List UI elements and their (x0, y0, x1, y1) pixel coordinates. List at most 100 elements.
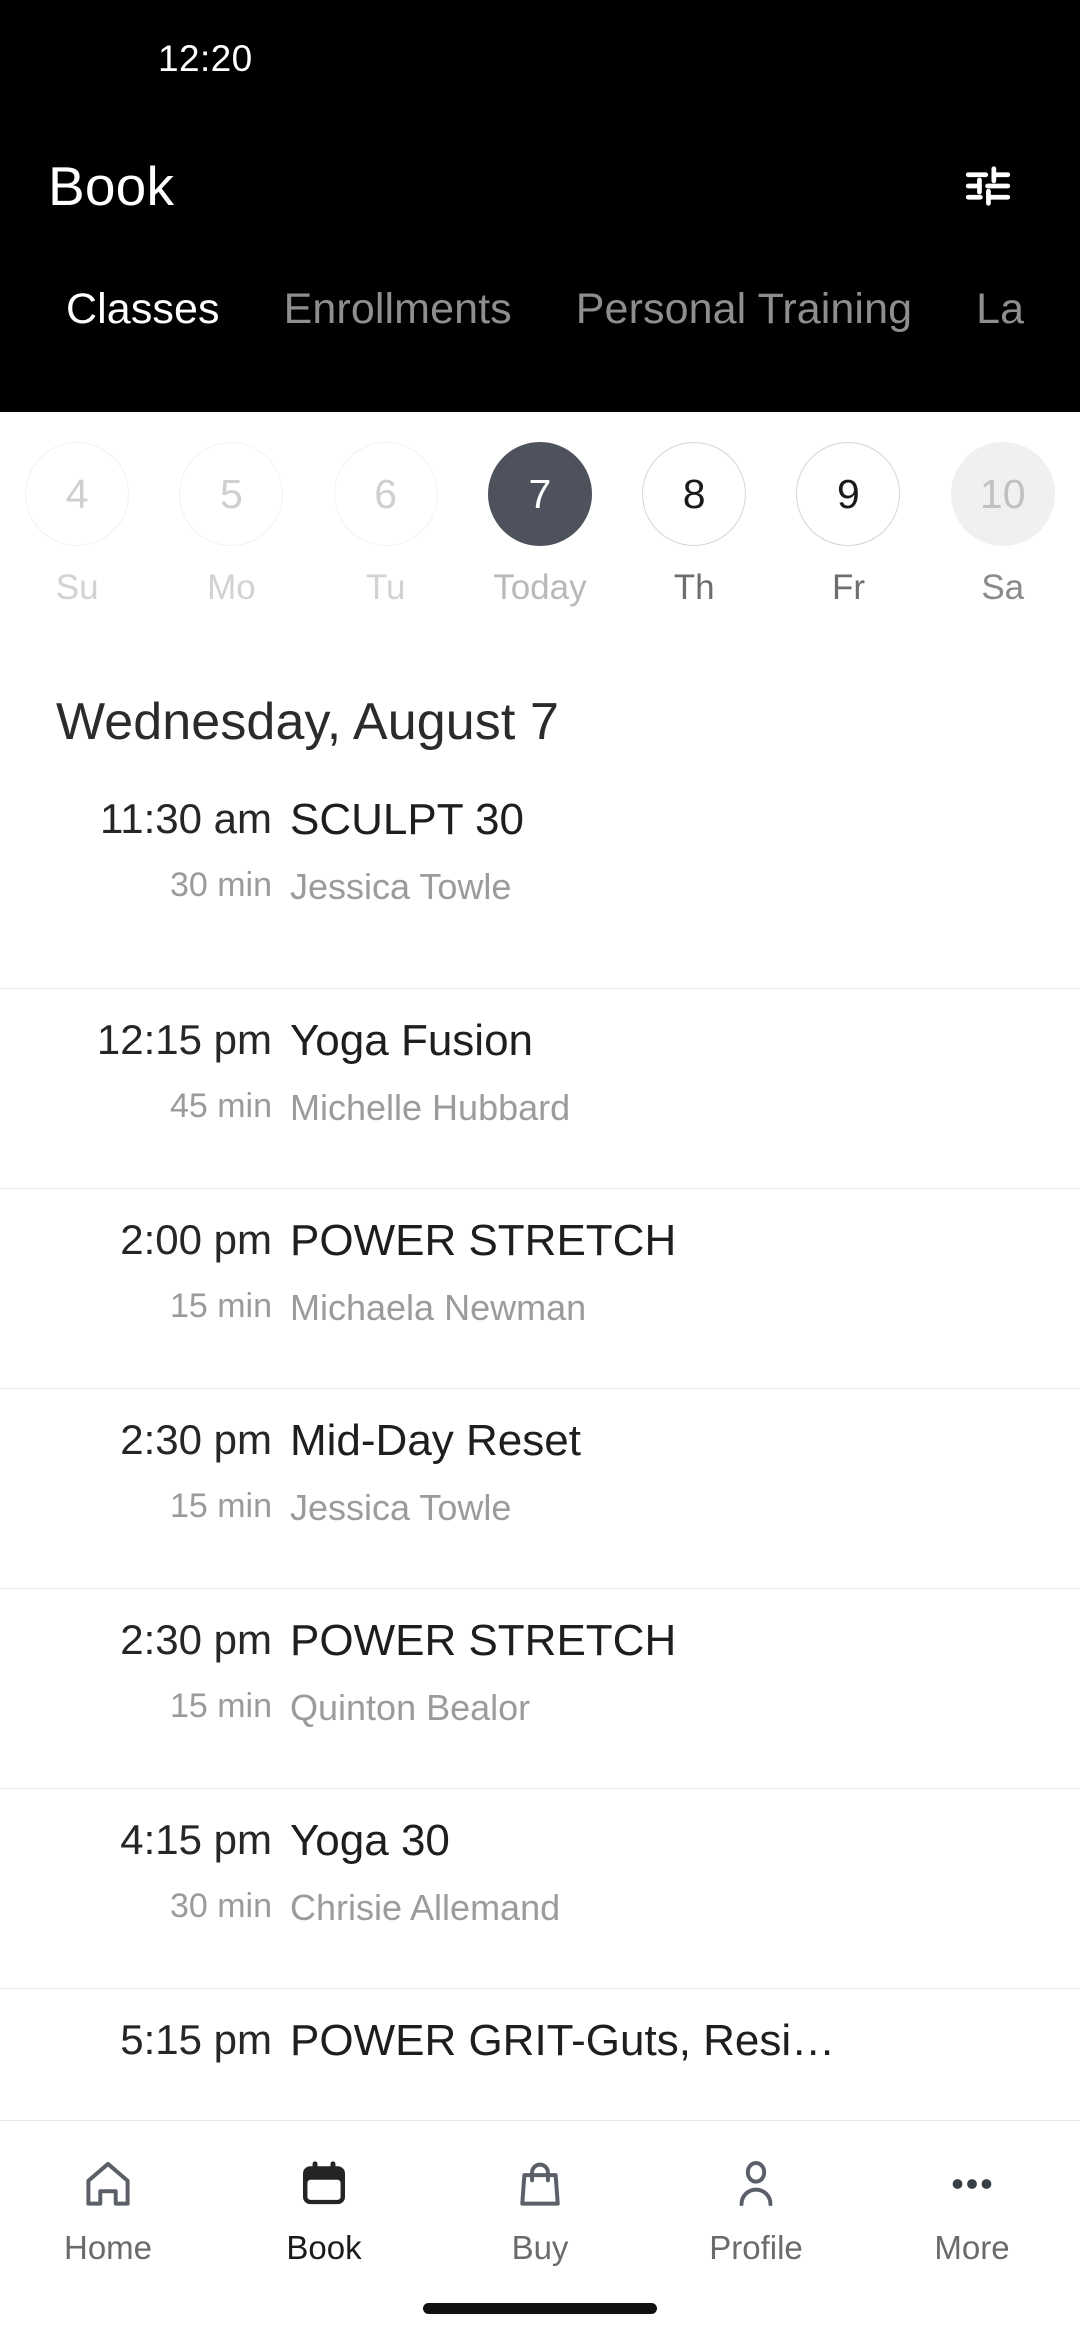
class-instructor: Quinton Bealor (290, 1686, 531, 1728)
nav-item-book[interactable]: Book (216, 2153, 432, 2267)
class-duration: 15 min (169, 1486, 272, 1525)
class-start-time: 2:00 pm (120, 1216, 272, 1263)
day-cell-10[interactable]: 10 Sa (926, 442, 1080, 608)
nav-label-buy: Buy (511, 2229, 569, 2266)
class-time-block: 2:30 pm 15 min (0, 1415, 290, 1526)
day-weekday-10: Sa (981, 568, 1025, 607)
class-time-block: 12:15 pm 45 min (0, 1015, 290, 1126)
class-duration: 45 min (169, 1086, 272, 1125)
class-title: Yoga 30 (290, 1816, 450, 1865)
day-number-8: 8 (642, 442, 747, 546)
page-title: Book (48, 155, 175, 217)
class-info-block: Mid-Day Reset Jessica Towle (290, 1415, 1080, 1529)
class-schedule-list[interactable]: 11:30 am 30 min SCULPT 30 Jessica Towle … (0, 788, 1080, 2120)
day-cell-4[interactable]: 4 Su (0, 442, 154, 608)
app-bar: Book (0, 118, 1080, 254)
class-time-block: 2:00 pm 15 min (0, 1215, 290, 1326)
class-title: SCULPT 30 (290, 795, 524, 844)
class-instructor: Jessica Towle (290, 865, 512, 907)
class-instructor: Michelle Hubbard (290, 1086, 571, 1128)
class-instructor: Michaela Newman (290, 1286, 587, 1328)
shopping-bag-icon (512, 2153, 568, 2215)
class-row[interactable]: 2:30 pm 15 min POWER STRETCH Quinton Bea… (0, 1588, 1080, 1788)
day-cell-5[interactable]: 5 Mo (154, 442, 308, 608)
class-time-block: 2:30 pm 15 min (0, 1615, 290, 1726)
nav-label-home: Home (63, 2229, 153, 2266)
class-title: POWER STRETCH (290, 1616, 677, 1665)
class-info-block: POWER STRETCH Quinton Bealor (290, 1615, 1080, 1729)
class-info-block: POWER GRIT-Guts, Resi… (290, 2015, 1080, 2087)
class-start-time: 2:30 pm (120, 1616, 272, 1663)
tab-classes[interactable]: Classes (34, 285, 252, 334)
day-number-7: 7 (487, 442, 592, 546)
calendar-icon (296, 2153, 352, 2215)
app-screen: 12:20 Book Classes Enrollments Personal … (0, 0, 1080, 2340)
day-cell-8[interactable]: 8 Th (617, 442, 771, 608)
home-indicator (423, 2303, 657, 2314)
selected-date-heading: Wednesday, August 7 (56, 693, 559, 751)
tab-enrollments[interactable]: Enrollments (252, 285, 544, 334)
class-row[interactable]: 12:15 pm 45 min Yoga Fusion Michelle Hub… (0, 988, 1080, 1188)
day-weekday-4: Su (55, 568, 99, 607)
day-cell-6[interactable]: 6 Tu (309, 442, 463, 608)
class-title: Mid-Day Reset (290, 1416, 581, 1465)
day-weekday-today: Today (493, 568, 587, 607)
class-row[interactable]: 5:15 pm POWER GRIT-Guts, Resi… (0, 1988, 1080, 2120)
day-number-6: 6 (333, 442, 438, 546)
nav-label-more: More (934, 2229, 1010, 2266)
home-icon (80, 2153, 136, 2215)
class-duration: 30 min (169, 1886, 272, 1925)
class-instructor: Chrisie Allemand (290, 1886, 561, 1928)
nav-item-profile[interactable]: Profile (648, 2153, 864, 2267)
nav-item-buy[interactable]: Buy (432, 2153, 648, 2267)
class-start-time: 5:15 pm (120, 2016, 272, 2063)
class-row[interactable]: 2:00 pm 15 min POWER STRETCH Michaela Ne… (0, 1188, 1080, 1388)
day-selector-strip: 4 Su 5 Mo 6 Tu 7 Today 8 Th 9 Fr 10 Sa (0, 412, 1080, 660)
day-number-9: 9 (796, 442, 901, 546)
filter-button[interactable] (948, 146, 1028, 226)
app-header: 12:20 Book Classes Enrollments Personal … (0, 0, 1080, 412)
day-number-10: 10 (950, 442, 1055, 546)
day-weekday-9: Fr (831, 568, 865, 607)
class-info-block: Yoga Fusion Michelle Hubbard (290, 1015, 1080, 1129)
class-title: Yoga Fusion (290, 1016, 534, 1065)
class-time-block: 5:15 pm (0, 2015, 290, 2087)
status-bar: 12:20 (0, 0, 1080, 118)
day-weekday-6: Tu (365, 568, 406, 607)
class-instructor: Jessica Towle (290, 1486, 512, 1528)
class-title: POWER STRETCH (290, 1216, 677, 1265)
class-duration: 15 min (169, 1286, 272, 1325)
nav-item-home[interactable]: Home (0, 2153, 216, 2267)
day-cell-7-today[interactable]: 7 Today (463, 442, 617, 608)
tune-sliders-icon (961, 159, 1015, 213)
day-number-5: 5 (179, 442, 284, 546)
day-cell-9[interactable]: 9 Fr (771, 442, 925, 608)
tab-late-cancel[interactable]: La (944, 285, 1056, 334)
class-info-block: Yoga 30 Chrisie Allemand (290, 1815, 1080, 1929)
person-icon (728, 2153, 784, 2215)
class-time-block: 4:15 pm 30 min (0, 1815, 290, 1926)
more-dots-icon (944, 2153, 1000, 2215)
nav-item-more[interactable]: More (864, 2153, 1080, 2267)
nav-label-book: Book (286, 2229, 362, 2266)
class-info-block: POWER STRETCH Michaela Newman (290, 1215, 1080, 1329)
tab-bar: Classes Enrollments Personal Training La (0, 254, 1080, 364)
day-weekday-8: Th (673, 568, 715, 607)
day-number-4: 4 (25, 442, 130, 546)
class-row[interactable]: 4:15 pm 30 min Yoga 30 Chrisie Allemand (0, 1788, 1080, 1988)
tab-personal-training[interactable]: Personal Training (544, 285, 944, 334)
nav-label-profile: Profile (709, 2229, 803, 2266)
class-row[interactable]: 2:30 pm 15 min Mid-Day Reset Jessica Tow… (0, 1388, 1080, 1588)
class-duration: 30 min (169, 865, 272, 904)
class-time-block: 11:30 am 30 min (0, 794, 290, 905)
day-weekday-5: Mo (207, 568, 256, 607)
class-start-time: 4:15 pm (120, 1816, 272, 1863)
class-start-time: 2:30 pm (120, 1416, 272, 1463)
class-title: POWER GRIT-Guts, Resi… (290, 2016, 836, 2065)
class-row[interactable]: 11:30 am 30 min SCULPT 30 Jessica Towle (0, 788, 1080, 988)
class-start-time: 12:15 pm (96, 1016, 272, 1063)
status-bar-clock: 12:20 (158, 38, 253, 79)
class-start-time: 11:30 am (100, 795, 272, 842)
class-duration: 15 min (169, 1686, 272, 1725)
class-info-block: SCULPT 30 Jessica Towle (290, 794, 1080, 908)
